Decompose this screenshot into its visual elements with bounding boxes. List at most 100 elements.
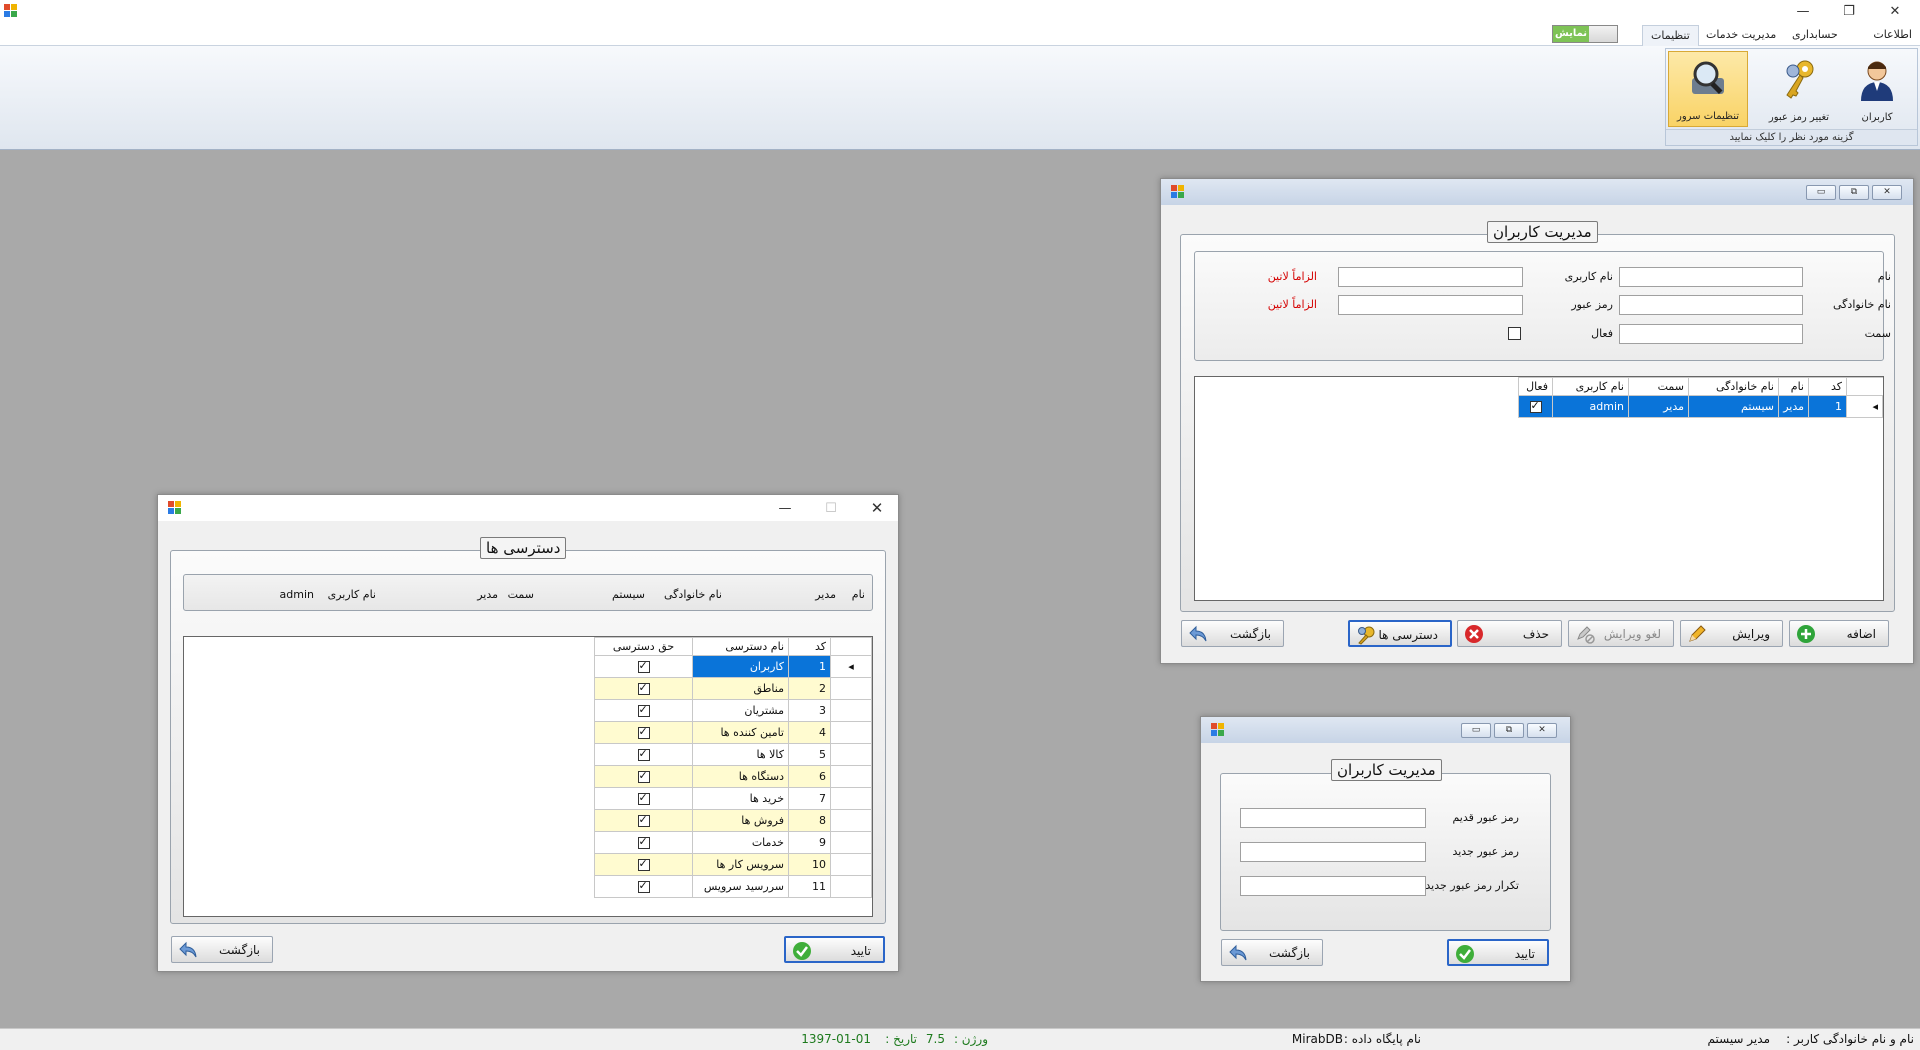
maximize-icon[interactable]: ⧉ bbox=[1494, 723, 1524, 738]
cell-granted[interactable] bbox=[594, 853, 693, 876]
column-header-position[interactable]: سمت bbox=[1628, 377, 1689, 396]
ok-button[interactable]: تایید bbox=[1447, 939, 1549, 966]
granted-checkbox[interactable] bbox=[637, 857, 650, 871]
maximize-icon[interactable]: ⧉ bbox=[1839, 185, 1869, 200]
users-grid[interactable]: کد نام نام خانوادگی سمت نام کاربری فعال … bbox=[1194, 376, 1884, 601]
table-row[interactable]: 3 مشتریان bbox=[594, 699, 872, 722]
granted-checkbox[interactable] bbox=[637, 769, 650, 783]
granted-checkbox[interactable] bbox=[637, 813, 650, 827]
minimize-icon[interactable]: ▭ bbox=[1461, 723, 1491, 738]
name-input[interactable] bbox=[1619, 267, 1803, 287]
cell-permission-name: دستگاه ها bbox=[692, 765, 789, 788]
cancel-edit-button[interactable]: لغو ویرایش bbox=[1568, 620, 1674, 647]
minimize-icon[interactable]: — bbox=[1780, 0, 1826, 22]
ok-button[interactable]: تایید bbox=[784, 936, 885, 963]
username-input[interactable] bbox=[1338, 267, 1523, 287]
restore-icon[interactable]: ❐ bbox=[1826, 0, 1872, 22]
table-row[interactable]: ◂ 1 کاربران bbox=[594, 655, 872, 678]
row-selector-icon[interactable] bbox=[830, 765, 872, 788]
cell-granted[interactable] bbox=[594, 809, 693, 832]
minimize-icon[interactable]: ▭ bbox=[1806, 185, 1836, 200]
add-button[interactable]: اضافه bbox=[1789, 620, 1889, 647]
cell-granted[interactable] bbox=[594, 655, 693, 678]
row-selector-icon[interactable] bbox=[830, 677, 872, 700]
display-toggle[interactable]: نمایش bbox=[1552, 25, 1618, 43]
cell-granted[interactable] bbox=[594, 743, 693, 766]
row-selector-icon[interactable] bbox=[830, 853, 872, 876]
back-button[interactable]: بازگشت bbox=[171, 936, 273, 963]
column-header-permission-name[interactable]: نام دسترسی bbox=[692, 637, 789, 656]
table-row[interactable]: 5 کالا ها bbox=[594, 743, 872, 766]
password-input[interactable] bbox=[1338, 295, 1523, 315]
column-header-code[interactable]: کد bbox=[788, 637, 831, 656]
old-password-input[interactable] bbox=[1240, 808, 1426, 828]
row-selector-icon[interactable] bbox=[830, 809, 872, 832]
repeat-password-input[interactable] bbox=[1240, 876, 1426, 896]
column-header-active[interactable]: فعال bbox=[1518, 377, 1553, 396]
active-checkbox[interactable] bbox=[1508, 327, 1521, 340]
close-icon[interactable]: ✕ bbox=[1872, 0, 1918, 22]
granted-checkbox[interactable] bbox=[637, 791, 650, 805]
row-selector-icon[interactable]: ◂ bbox=[1846, 395, 1883, 418]
back-button[interactable]: بازگشت bbox=[1181, 620, 1284, 647]
back-button[interactable]: بازگشت bbox=[1221, 939, 1323, 966]
tab-settings[interactable]: تنظیمات bbox=[1642, 25, 1699, 46]
edit-button[interactable]: ویرایش bbox=[1680, 620, 1783, 647]
granted-checkbox[interactable] bbox=[637, 703, 650, 717]
cell-granted[interactable] bbox=[594, 699, 693, 722]
column-header-family[interactable]: نام خانوادگی bbox=[1688, 377, 1779, 396]
tab-service-management[interactable]: مدیریت خدمات bbox=[1698, 25, 1784, 46]
permissions-grid[interactable]: کد نام دسترسی حق دسترسی ◂1کاربران2مناطق3… bbox=[183, 636, 873, 917]
column-header-name[interactable]: نام bbox=[1778, 377, 1809, 396]
server-settings-button[interactable]: تنظیمات سرور bbox=[1668, 51, 1748, 127]
cell-granted[interactable] bbox=[594, 787, 693, 810]
cell-granted[interactable] bbox=[594, 831, 693, 854]
close-icon[interactable]: ✕ bbox=[854, 497, 900, 519]
tab-accounting[interactable]: حسابداری bbox=[1784, 25, 1846, 46]
cell-active[interactable] bbox=[1518, 395, 1553, 418]
cell-granted[interactable] bbox=[594, 677, 693, 700]
row-selector-icon[interactable] bbox=[830, 743, 872, 766]
permissions-button[interactable]: دسترسی ها bbox=[1348, 620, 1452, 647]
row-selector-icon[interactable] bbox=[830, 721, 872, 744]
column-header-code[interactable]: کد bbox=[1808, 377, 1847, 396]
table-row[interactable]: 2 مناطق bbox=[594, 677, 872, 700]
table-row[interactable]: 9 خدمات bbox=[594, 831, 872, 854]
delete-button[interactable]: حذف bbox=[1457, 620, 1562, 647]
cell-granted[interactable] bbox=[594, 875, 693, 898]
users-button[interactable]: کاربران bbox=[1838, 51, 1916, 127]
granted-checkbox[interactable] bbox=[637, 747, 650, 761]
close-icon[interactable]: ✕ bbox=[1872, 185, 1902, 200]
row-selector-icon[interactable] bbox=[830, 699, 872, 722]
granted-checkbox[interactable] bbox=[637, 725, 650, 739]
minimize-icon[interactable]: — bbox=[762, 497, 808, 519]
column-header-username[interactable]: نام کاربری bbox=[1552, 377, 1629, 396]
granted-checkbox[interactable] bbox=[637, 835, 650, 849]
table-row[interactable]: 6 دستگاه ها bbox=[594, 765, 872, 788]
cell-granted[interactable] bbox=[594, 721, 693, 744]
row-selector-icon[interactable] bbox=[830, 875, 872, 898]
tab-basic-info[interactable]: اطلاعات پایه bbox=[1852, 25, 1920, 61]
granted-checkbox[interactable] bbox=[637, 879, 650, 893]
table-row[interactable]: 8 فروش ها bbox=[594, 809, 872, 832]
table-row[interactable]: 11 سررسید سرویس bbox=[594, 875, 872, 898]
row-selector-icon[interactable]: ◂ bbox=[830, 655, 872, 678]
close-icon[interactable]: ✕ bbox=[1527, 723, 1557, 738]
family-input[interactable] bbox=[1619, 295, 1803, 315]
cell-granted[interactable] bbox=[594, 765, 693, 788]
column-header-granted[interactable]: حق دسترسی bbox=[594, 637, 693, 656]
table-row[interactable]: 10 سرویس کار ها bbox=[594, 853, 872, 876]
table-row[interactable]: ◂ 1 مدیر سیستم مدیر admin bbox=[1518, 395, 1883, 418]
table-row[interactable]: 4 تامین کننده ها bbox=[594, 721, 872, 744]
new-password-input[interactable] bbox=[1240, 842, 1426, 862]
table-row[interactable]: 7 خرید ها bbox=[594, 787, 872, 810]
active-checkbox[interactable] bbox=[1529, 399, 1542, 413]
row-selector-icon[interactable] bbox=[830, 787, 872, 810]
row-selector-icon[interactable] bbox=[830, 831, 872, 854]
ribbon-panel bbox=[0, 46, 1920, 150]
back-button-label: بازگشت bbox=[1269, 946, 1310, 960]
position-input[interactable] bbox=[1619, 324, 1803, 344]
change-password-button[interactable]: تغییر رمز عبور bbox=[1760, 51, 1838, 127]
granted-checkbox[interactable] bbox=[637, 659, 650, 673]
granted-checkbox[interactable] bbox=[637, 681, 650, 695]
